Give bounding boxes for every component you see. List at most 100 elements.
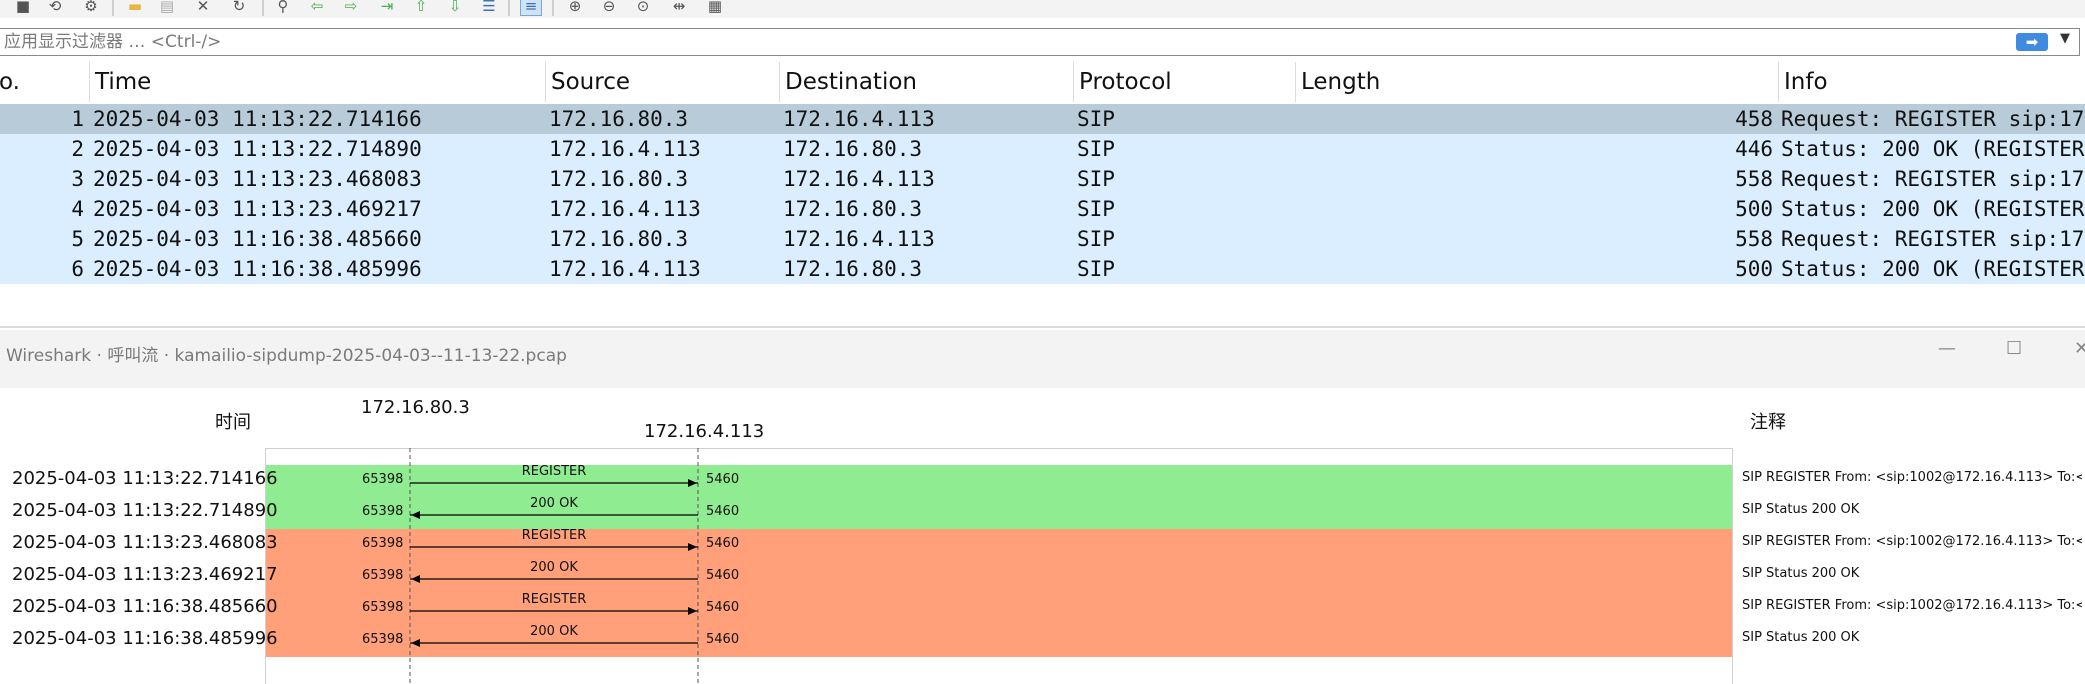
packet-row[interactable]: 5 2025-04-03 11:16:38.485660 172.16.80.3 17…: [0, 224, 2085, 254]
packet-row[interactable]: 2 2025-04-03 11:13:22.714890 172.16.4.113 1…: [0, 134, 2085, 164]
pane-splitter[interactable]: [0, 326, 2085, 328]
options-gear-icon[interactable]: ⚙: [80, 0, 102, 16]
flow-message-label: REGISTER: [521, 464, 587, 479]
close-file-icon[interactable]: ✕: [192, 0, 214, 16]
main-toolbar: ■ ⟲ ⚙ ▬ ▤ ✕ ↻ ⚲ ⇦ ⇨ ⇥ ⇧ ⇩ ☰ ≡ ⊕ ⊖ ⊙ ⇹ ▦: [0, 0, 2085, 18]
minimize-icon[interactable]: —: [1938, 338, 1956, 359]
flow-row-comment: SIP REGISTER From: <sip:1002@172.16.4.11…: [1742, 598, 2082, 613]
chevron-down-icon: ▼: [2060, 31, 2070, 46]
filter-dropdown-button[interactable]: ▼: [2060, 31, 2070, 46]
flow-comment-header: 注释: [1750, 412, 1786, 433]
column-header-source[interactable]: Source: [545, 62, 779, 102]
packet-time-cell: 2025-04-03 11:13:22.714166: [93, 107, 422, 131]
packet-time-cell: 2025-04-03 11:13:22.714890: [93, 137, 422, 161]
packet-length-cell: 558: [1735, 227, 1773, 251]
zoom-normal-icon[interactable]: ⊙: [632, 0, 654, 16]
flow-port-a: 65398: [362, 504, 404, 519]
packet-info-cell: Request: REGISTER sip:172: [1781, 107, 2085, 131]
file-icon[interactable]: ▤: [156, 0, 178, 16]
packet-time-cell: 2025-04-03 11:16:38.485660: [93, 227, 422, 251]
autoscroll-icon[interactable]: ☰: [478, 0, 500, 16]
flow-row-time: 2025-04-03 11:13:22.714166: [12, 468, 278, 489]
flow-port-b: 5460: [706, 472, 740, 487]
toolbar-separator: [508, 0, 510, 16]
go-back-icon[interactable]: ⇦: [306, 0, 328, 16]
packet-source-cell: 172.16.80.3: [549, 167, 689, 191]
display-filter-bar: ➡ ▼: [0, 28, 2080, 56]
flow-port-a: 65398: [362, 536, 404, 551]
flow-row-time: 2025-04-03 11:13:23.469217: [12, 564, 278, 585]
column-header-length[interactable]: Length: [1295, 62, 1778, 102]
flow-host-b-label: 172.16.4.113: [644, 421, 765, 442]
packet-row[interactable]: 1 2025-04-03 11:13:22.714166 172.16.80.3 17…: [0, 104, 2085, 134]
close-icon[interactable]: ✕: [2074, 338, 2085, 359]
packet-no-cell: 3: [71, 167, 84, 191]
flow-port-b: 5460: [706, 632, 740, 647]
packet-protocol-cell: SIP: [1077, 227, 1115, 251]
packet-protocol-cell: SIP: [1077, 107, 1115, 131]
column-header-time[interactable]: Time: [89, 62, 545, 102]
packet-destination-cell: 172.16.80.3: [783, 257, 923, 281]
go-to-packet-icon[interactable]: ⇥: [376, 0, 398, 16]
last-packet-icon[interactable]: ⇩: [444, 0, 466, 16]
packet-protocol-cell: SIP: [1077, 257, 1115, 281]
resize-columns-icon[interactable]: ⇹: [668, 0, 690, 16]
stop-icon[interactable]: ■: [12, 0, 34, 16]
zoom-out-icon[interactable]: ⊖: [598, 0, 620, 16]
arrow-right-icon: ➡: [2025, 33, 2039, 51]
go-forward-icon[interactable]: ⇨: [340, 0, 362, 16]
packet-time-cell: 2025-04-03 11:13:23.469217: [93, 197, 422, 221]
flow-row-comment: SIP Status 200 OK: [1742, 502, 1860, 517]
toolbar-separator: [552, 0, 554, 16]
packet-protocol-cell: SIP: [1077, 197, 1115, 221]
flow-row-comment: SIP REGISTER From: <sip:1002@172.16.4.11…: [1742, 534, 2082, 549]
flow-row-time: 2025-04-03 11:16:38.485660: [12, 596, 278, 617]
packet-no-cell: 5: [71, 227, 84, 251]
flow-time-header: 时间: [215, 412, 251, 433]
display-filter-input[interactable]: [0, 29, 2004, 55]
flow-host-a-label: 172.16.80.3: [361, 397, 470, 418]
packet-length-cell: 500: [1735, 257, 1773, 281]
packet-time-cell: 2025-04-03 11:16:38.485996: [93, 257, 422, 281]
colorize-icon[interactable]: ≡: [520, 0, 542, 16]
first-packet-icon[interactable]: ⇧: [410, 0, 432, 16]
packet-destination-cell: 172.16.80.3: [783, 197, 923, 221]
flow-row-time: 2025-04-03 11:16:38.485996: [12, 628, 278, 649]
flow-row-comment: SIP Status 200 OK: [1742, 566, 1860, 581]
packet-no-cell: 2: [71, 137, 84, 161]
column-header-destination[interactable]: Destination: [779, 62, 1073, 102]
flow-row-time: 2025-04-03 11:13:23.468083: [12, 532, 278, 553]
reload-file-icon[interactable]: ⟲: [44, 0, 66, 16]
flow-port-b: 5460: [706, 536, 740, 551]
packet-no-cell: 4: [71, 197, 84, 221]
flow-window-titlebar[interactable]: Wireshark · 呼叫流 · kamailio-sipdump-2025-…: [0, 330, 2085, 388]
packet-row[interactable]: 6 2025-04-03 11:16:38.485996 172.16.4.113 1…: [0, 254, 2085, 284]
flow-message-label: 200 OK: [530, 560, 578, 575]
layout-icon[interactable]: ▦: [704, 0, 726, 16]
column-header-info[interactable]: Info: [1778, 62, 2085, 102]
flow-row-time: 2025-04-03 11:13:22.714890: [12, 500, 278, 521]
packet-source-cell: 172.16.4.113: [549, 137, 701, 161]
packet-info-cell: Request: REGISTER sip:172: [1781, 167, 2085, 191]
packet-row[interactable]: 4 2025-04-03 11:13:23.469217 172.16.4.113 1…: [0, 194, 2085, 224]
packet-protocol-cell: SIP: [1077, 167, 1115, 191]
packet-info-cell: Status: 200 OK (REGISTER): [1781, 137, 2085, 161]
open-folder-icon[interactable]: ▬: [124, 0, 146, 16]
column-header-protocol[interactable]: Protocol: [1073, 62, 1295, 102]
packet-source-cell: 172.16.4.113: [549, 197, 701, 221]
packet-source-cell: 172.16.80.3: [549, 227, 689, 251]
packet-length-cell: 446: [1735, 137, 1773, 161]
apply-filter-button[interactable]: ➡: [2016, 33, 2048, 51]
search-icon[interactable]: ⚲: [272, 0, 294, 16]
packet-row[interactable]: 3 2025-04-03 11:13:23.468083 172.16.80.3 17…: [0, 164, 2085, 194]
column-header-no[interactable]: o.: [0, 62, 89, 102]
flow-port-a: 65398: [362, 568, 404, 583]
zoom-in-icon[interactable]: ⊕: [564, 0, 586, 16]
packet-destination-cell: 172.16.4.113: [783, 227, 935, 251]
packet-length-cell: 558: [1735, 167, 1773, 191]
maximize-icon[interactable]: ☐: [2006, 338, 2022, 359]
flow-port-b: 5460: [706, 600, 740, 615]
flow-port-a: 65398: [362, 632, 404, 647]
reload-icon[interactable]: ↻: [228, 0, 250, 16]
flow-port-b: 5460: [706, 568, 740, 583]
